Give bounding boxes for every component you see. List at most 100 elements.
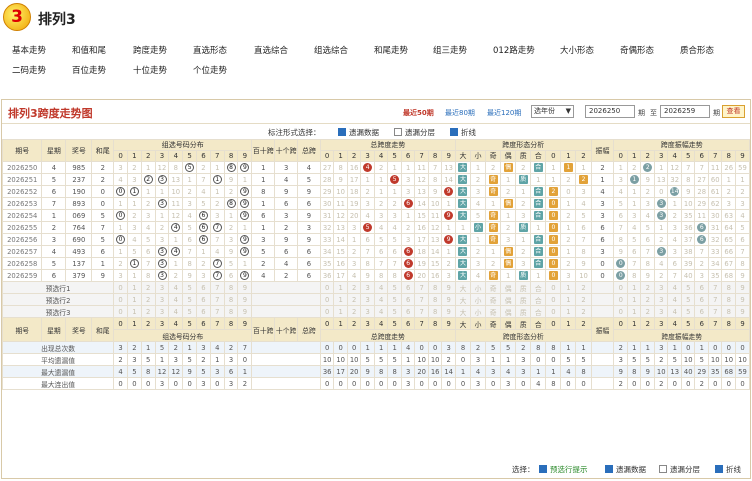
- from-issue-input[interactable]: 2026250: [585, 105, 635, 118]
- forecast-cell[interactable]: 7: [209, 293, 225, 306]
- forecast-cell[interactable]: 4: [667, 281, 682, 294]
- forecast-cell[interactable]: 1: [627, 293, 642, 306]
- forecast-cell[interactable]: 3: [654, 305, 669, 318]
- forecast-cell[interactable]: 0: [319, 305, 335, 318]
- option-missing-data[interactable]: 遗漏数据: [338, 127, 379, 138]
- forecast-cell[interactable]: 5: [387, 293, 402, 306]
- checkbox-icon[interactable]: [659, 465, 667, 473]
- nav-link[interactable]: 个位走势: [193, 64, 227, 76]
- forecast-cell[interactable]: 9: [441, 305, 456, 318]
- forecast-cell[interactable]: 1: [627, 281, 642, 294]
- nav-link[interactable]: 组三走势: [433, 44, 467, 56]
- forecast-cell[interactable]: 6: [196, 281, 211, 294]
- forecast-cell[interactable]: 6: [400, 305, 416, 318]
- forecast-cell[interactable]: 1: [333, 293, 348, 306]
- forecast-cell[interactable]: 3: [360, 281, 375, 294]
- checkbox-icon[interactable]: [338, 128, 346, 136]
- forecast-cell[interactable]: 6: [196, 293, 211, 306]
- forecast-cell[interactable]: 小: [470, 293, 487, 306]
- forecast-cell[interactable]: 8: [427, 305, 443, 318]
- forecast-cell[interactable]: 8: [223, 305, 239, 318]
- forecast-cell[interactable]: 6: [694, 305, 709, 318]
- forecast-cell[interactable]: 9: [734, 293, 751, 306]
- forecast-cell[interactable]: 4: [373, 305, 389, 318]
- forecast-cell[interactable]: 小: [470, 305, 487, 318]
- forecast-cell[interactable]: 大: [454, 293, 472, 306]
- forecast-cell[interactable]: 0: [319, 293, 335, 306]
- forecast-cell[interactable]: 9: [237, 305, 253, 318]
- forecast-cell[interactable]: 质: [515, 305, 532, 318]
- forecast-cell[interactable]: 8: [427, 281, 443, 294]
- forecast-cell[interactable]: 合: [530, 281, 547, 294]
- recent-120-link[interactable]: 最近120期: [487, 108, 521, 118]
- forecast-cell[interactable]: 5: [182, 281, 198, 294]
- nav-link[interactable]: 组选综合: [314, 44, 348, 56]
- forecast-cell[interactable]: 3: [360, 305, 375, 318]
- forecast-cell[interactable]: 5: [387, 281, 402, 294]
- forecast-cell[interactable]: 4: [168, 281, 184, 294]
- forecast-cell[interactable]: 9: [237, 281, 253, 294]
- forecast-cell[interactable]: 7: [209, 281, 225, 294]
- forecast-cell[interactable]: 奇: [485, 281, 502, 294]
- forecast-cell[interactable]: 0: [113, 293, 128, 306]
- forecast-cell[interactable]: 5: [681, 293, 696, 306]
- forecast-cell[interactable]: 0: [545, 293, 562, 306]
- forecast-cell[interactable]: 小: [470, 281, 487, 294]
- forecast-cell[interactable]: 大: [454, 305, 472, 318]
- nav-link[interactable]: 012路走势: [493, 44, 535, 56]
- forecast-cell[interactable]: 6: [694, 281, 709, 294]
- forecast-cell[interactable]: 4: [373, 281, 389, 294]
- nav-link[interactable]: 百位走势: [72, 64, 106, 76]
- forecast-cell[interactable]: 5: [681, 305, 696, 318]
- forecast-cell[interactable]: 6: [400, 281, 416, 294]
- forecast-cell[interactable]: 7: [708, 281, 723, 294]
- forecast-cell[interactable]: 6: [196, 305, 211, 318]
- forecast-cell[interactable]: 0: [613, 293, 628, 306]
- forecast-cell[interactable]: 0: [319, 281, 335, 294]
- checkbox-icon[interactable]: [394, 128, 402, 136]
- forecast-cell[interactable]: 2: [346, 305, 362, 318]
- nav-link[interactable]: 基本走势: [12, 44, 46, 56]
- checkbox-icon[interactable]: [715, 465, 723, 473]
- forecast-cell[interactable]: 7: [414, 305, 429, 318]
- forecast-cell[interactable]: 偶: [500, 281, 517, 294]
- forecast-cell[interactable]: 1: [627, 305, 642, 318]
- forecast-cell[interactable]: 2: [346, 281, 362, 294]
- forecast-cell[interactable]: 9: [734, 305, 751, 318]
- nav-link[interactable]: 直选综合: [254, 44, 288, 56]
- forecast-cell[interactable]: 8: [721, 293, 736, 306]
- option-polyline-2[interactable]: 折线: [715, 464, 741, 475]
- checkbox-icon[interactable]: [539, 465, 547, 473]
- forecast-cell[interactable]: 3: [654, 281, 669, 294]
- forecast-cell[interactable]: 2: [346, 293, 362, 306]
- forecast-cell[interactable]: 2: [640, 281, 655, 294]
- forecast-cell[interactable]: 3: [154, 293, 170, 306]
- forecast-cell[interactable]: 9: [441, 281, 456, 294]
- forecast-cell[interactable]: 偶: [500, 293, 517, 306]
- forecast-cell[interactable]: 2: [575, 293, 592, 306]
- forecast-cell[interactable]: 5: [681, 281, 696, 294]
- recent-50-link[interactable]: 最近50期: [403, 108, 434, 118]
- year-select[interactable]: 选年份 ▼: [531, 105, 574, 118]
- forecast-cell[interactable]: 质: [515, 293, 532, 306]
- forecast-cell[interactable]: 8: [721, 305, 736, 318]
- forecast-cell[interactable]: 2: [640, 305, 655, 318]
- query-button[interactable]: 查看: [722, 105, 745, 118]
- checkbox-icon[interactable]: [605, 465, 613, 473]
- forecast-cell[interactable]: 4: [168, 305, 184, 318]
- option-forecast-hint[interactable]: 预选行提示: [539, 464, 588, 475]
- forecast-cell[interactable]: 8: [223, 293, 239, 306]
- forecast-cell[interactable]: 奇: [485, 305, 502, 318]
- forecast-cell[interactable]: 0: [113, 281, 128, 294]
- nav-link[interactable]: 二码走势: [12, 64, 46, 76]
- option-missing-layer-2[interactable]: 遗漏分层: [659, 464, 700, 475]
- forecast-cell[interactable]: 5: [387, 305, 402, 318]
- forecast-cell[interactable]: 3: [154, 281, 170, 294]
- option-polyline[interactable]: 折线: [450, 127, 476, 138]
- forecast-cell[interactable]: 4: [373, 293, 389, 306]
- forecast-cell[interactable]: 4: [667, 305, 682, 318]
- forecast-cell[interactable]: 1: [560, 281, 577, 294]
- forecast-cell[interactable]: 0: [545, 305, 562, 318]
- forecast-cell[interactable]: 0: [545, 281, 562, 294]
- nav-link[interactable]: 和值和尾: [72, 44, 106, 56]
